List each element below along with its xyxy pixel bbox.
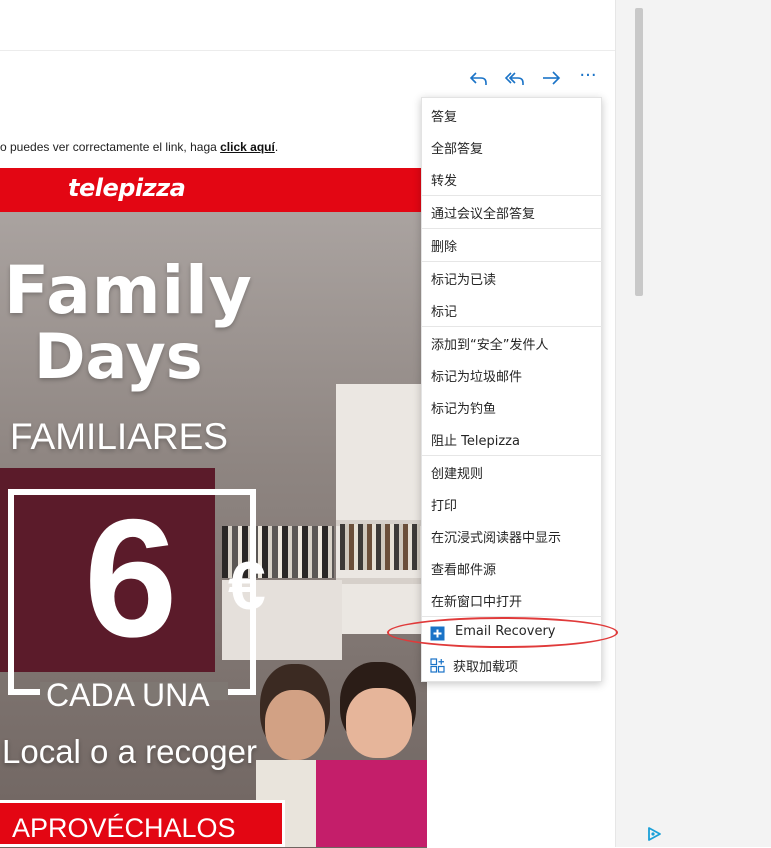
person-shirt-image xyxy=(310,760,427,847)
menu-item-mark-read[interactable]: 标记为已读 xyxy=(422,262,603,294)
disclaimer-text: o puedes ver correctamente el link, haga xyxy=(0,140,221,154)
click-here-link[interactable]: click aquí xyxy=(220,140,275,154)
banner-subtitle: FAMILIARES xyxy=(10,416,228,457)
cta-button[interactable]: APROVÉCHALOS xyxy=(0,800,285,847)
menu-item-label: 在沉浸式阅读器中显示 xyxy=(431,531,562,546)
add-ins-icon xyxy=(430,658,445,673)
menu-item-label: 在新窗口中打开 xyxy=(431,595,523,610)
menu-item-create-rule[interactable]: 创建规则 xyxy=(422,456,603,488)
more-icon[interactable]: ··· xyxy=(576,64,600,88)
scrollbar-thumb[interactable] xyxy=(635,8,643,296)
menu-item-label: Email Recovery xyxy=(455,624,556,639)
menu-item-label: 查看邮件源 xyxy=(431,563,497,578)
cta-label: APROVÉCHALOS xyxy=(12,813,236,843)
menu-item-label: 通过会议全部答复 xyxy=(431,207,536,222)
menu-item-immersive-reader[interactable]: 在沉浸式阅读器中显示 xyxy=(422,520,603,552)
menu-item-delete[interactable]: 删除 xyxy=(422,229,603,261)
menu-item-label: 创建规则 xyxy=(431,467,484,482)
forward-icon[interactable] xyxy=(539,66,563,90)
books-image xyxy=(340,524,420,570)
telepizza-logo: telepizza xyxy=(68,174,186,202)
menu-item-view-source[interactable]: 查看邮件源 xyxy=(422,552,603,584)
menu-item-block-sender[interactable]: 阻止 Telepizza xyxy=(422,423,603,455)
menu-item-label: 标记为钓鱼 xyxy=(431,402,497,417)
menu-item-label: 添加到“安全”发件人 xyxy=(431,338,549,353)
menu-item-label: 答复 xyxy=(431,110,458,125)
menu-item-flag[interactable]: 标记 xyxy=(422,294,603,326)
disclaimer-end: . xyxy=(274,140,279,154)
price-value: 6 xyxy=(84,484,178,672)
reply-all-icon[interactable] xyxy=(503,66,527,90)
menu-item-label: 打印 xyxy=(431,499,458,514)
menu-item-reply[interactable]: 答复 xyxy=(422,99,603,131)
delivery-text: Local o a recoger xyxy=(2,733,257,770)
menu-item-reply-all[interactable]: 全部答复 xyxy=(422,131,603,163)
person-face-image xyxy=(265,690,325,760)
more-actions-menu: 答复 全部答复 转发 通过会议全部答复 删除 标记为已读 标记 添加到“安全”发… xyxy=(421,97,603,682)
menu-item-label: 标记为垃圾邮件 xyxy=(431,370,523,385)
menu-item-mark-junk[interactable]: 标记为垃圾邮件 xyxy=(422,359,603,391)
email-recovery-icon xyxy=(430,626,445,641)
banner-headline-days: Days xyxy=(34,320,203,393)
bookshelf-image xyxy=(336,384,427,634)
menu-item-reply-all-with-meeting[interactable]: 通过会议全部答复 xyxy=(422,196,603,228)
menu-item-open-new-window[interactable]: 在新窗口中打开 xyxy=(422,584,603,616)
menu-item-label: 转发 xyxy=(431,174,458,189)
email-disclaimer: o puedes ver correctamente el link, haga… xyxy=(0,140,278,154)
price-per-unit: CADA UNA xyxy=(46,677,210,713)
shelf-divider xyxy=(336,578,427,584)
price-currency: € xyxy=(228,548,266,624)
brand-bar: telepizza xyxy=(0,168,427,212)
menu-item-label: 阻止 Telepizza xyxy=(431,434,520,449)
menu-item-get-add-ins[interactable]: 获取加载项 xyxy=(422,649,603,681)
banner-headline-family: Family xyxy=(4,252,253,329)
menu-item-email-recovery[interactable]: Email Recovery xyxy=(422,617,603,649)
menu-item-print[interactable]: 打印 xyxy=(422,488,603,520)
ad-choices-icon[interactable] xyxy=(645,825,663,843)
menu-item-label: 获取加载项 xyxy=(453,660,519,675)
menu-item-label: 标记为已读 xyxy=(431,273,497,288)
reading-pane-header xyxy=(0,0,615,51)
reply-icon[interactable] xyxy=(467,66,491,90)
menu-item-add-safe-sender[interactable]: 添加到“安全”发件人 xyxy=(422,327,603,359)
menu-item-label: 全部答复 xyxy=(431,142,484,157)
menu-item-mark-phishing[interactable]: 标记为钓鱼 xyxy=(422,391,603,423)
menu-item-label: 标记 xyxy=(431,305,458,320)
menu-item-forward[interactable]: 转发 xyxy=(422,163,603,195)
person-face-image xyxy=(346,688,412,758)
menu-item-label: 删除 xyxy=(431,240,458,255)
